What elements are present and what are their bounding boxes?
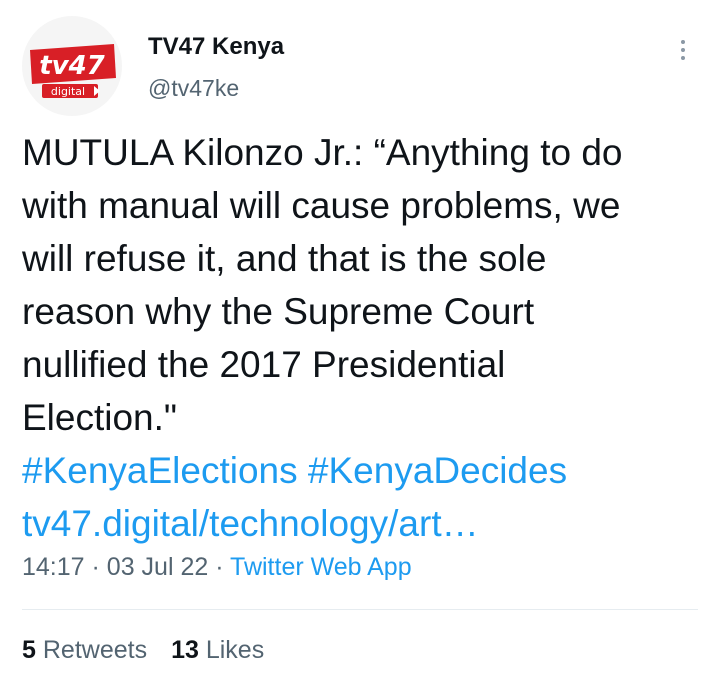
retweets-count: 5 bbox=[22, 636, 36, 664]
more-dot bbox=[681, 40, 685, 44]
tweet-line: with manual will cause problems, we bbox=[22, 185, 621, 226]
tweet-line: will refuse it, and that is the sole bbox=[22, 238, 547, 279]
tweet-text: MUTULA Kilonzo Jr.: “Anything to do with… bbox=[22, 126, 707, 550]
more-options-icon[interactable] bbox=[668, 32, 698, 68]
tweet-line: nullified the 2017 Presidential bbox=[22, 344, 506, 385]
tweet-date[interactable]: 03 Jul 22 bbox=[107, 553, 208, 581]
hashtag-kenya-elections[interactable]: #KenyaElections bbox=[22, 450, 298, 491]
tweet-line: MUTULA Kilonzo Jr.: “Anything to do bbox=[22, 132, 623, 173]
meta-separator: · bbox=[215, 553, 224, 581]
more-dot bbox=[681, 56, 685, 60]
article-link[interactable]: tv47.digital/technology/art… bbox=[22, 497, 707, 550]
likes-label: Likes bbox=[205, 636, 265, 664]
tv47-logo-icon: tv47 digital bbox=[22, 16, 122, 116]
author-name[interactable]: TV47 Kenya bbox=[148, 33, 284, 61]
tweet-line: Election." bbox=[22, 397, 178, 438]
tweet-time[interactable]: 14:17 bbox=[22, 553, 85, 581]
tweet-stats: 5 Retweets 13 Likes bbox=[22, 636, 264, 665]
tweet-line: reason why the Supreme Court bbox=[22, 291, 535, 332]
avatar-logo-subtext: digital bbox=[51, 85, 85, 98]
divider bbox=[22, 609, 698, 610]
avatar-logo-text: tv47 bbox=[39, 51, 105, 81]
avatar[interactable]: tv47 digital bbox=[22, 16, 122, 116]
hashtag-kenya-decides[interactable]: #KenyaDecides bbox=[308, 450, 567, 491]
source-app-link[interactable]: Twitter Web App bbox=[230, 553, 412, 581]
retweets-stat[interactable]: 5 Retweets bbox=[22, 636, 147, 664]
likes-stat[interactable]: 13 Likes bbox=[171, 636, 264, 664]
author-handle[interactable]: @tv47ke bbox=[148, 75, 239, 102]
retweets-label: Retweets bbox=[42, 636, 148, 664]
meta-separator: · bbox=[91, 553, 100, 581]
likes-count: 13 bbox=[171, 636, 199, 664]
more-dot bbox=[681, 48, 685, 52]
tweet-meta: 14:17 · 03 Jul 22 · Twitter Web App bbox=[22, 553, 412, 582]
hashtags-line: #KenyaElections #KenyaDecides bbox=[22, 444, 707, 497]
